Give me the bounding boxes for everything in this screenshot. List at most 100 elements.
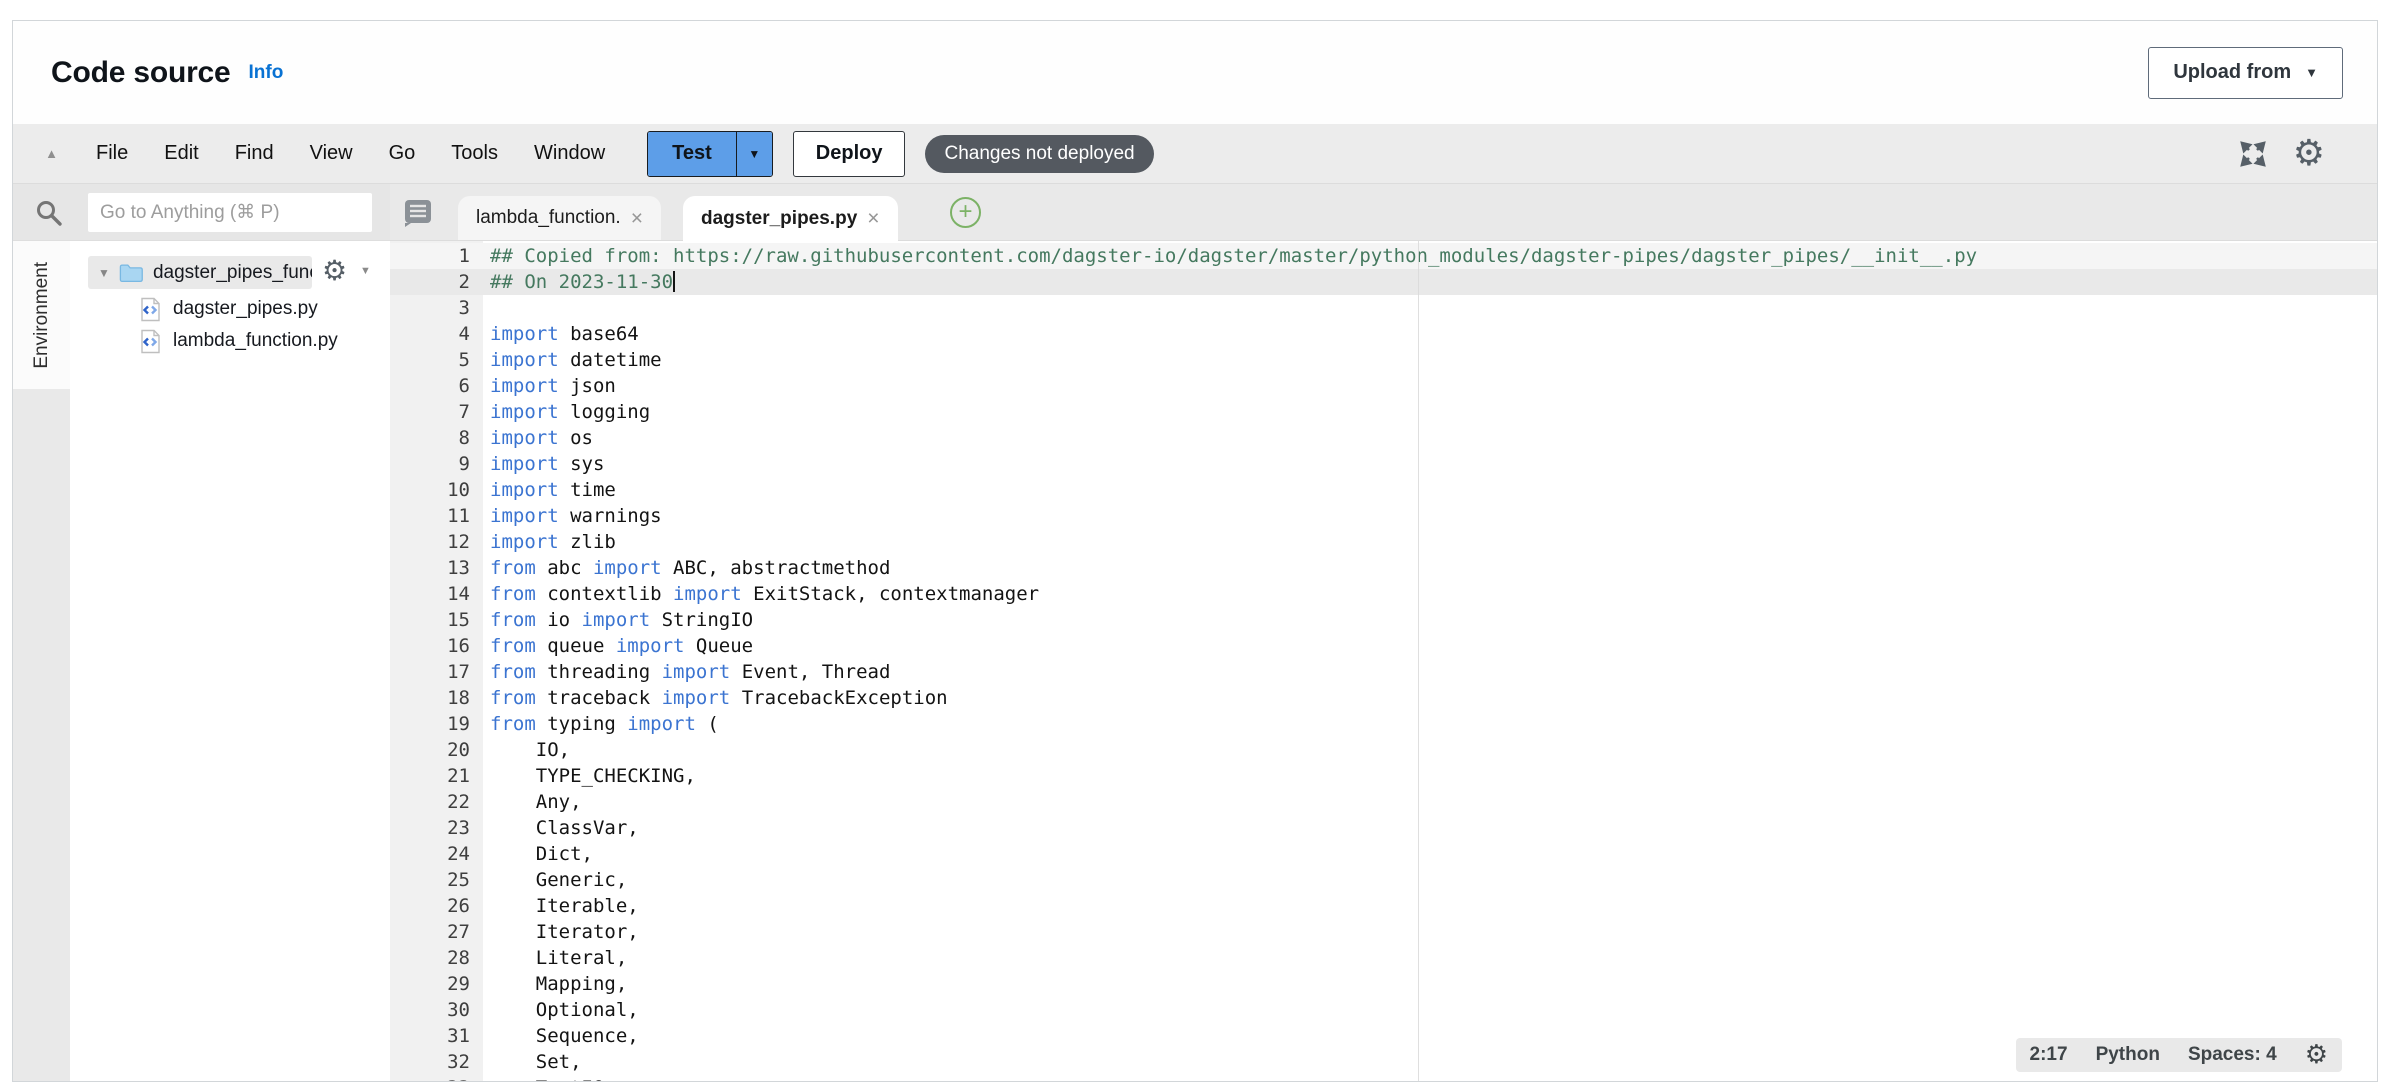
code-line-row[interactable]: 29 Mapping, xyxy=(390,971,2377,997)
code-line[interactable]: Iterable, xyxy=(483,893,639,919)
code-line[interactable]: import datetime xyxy=(483,347,662,373)
code-line[interactable]: import base64 xyxy=(483,321,639,347)
line-number[interactable]: 11 xyxy=(390,503,483,529)
upload-from-button[interactable]: Upload from ▼ xyxy=(2148,47,2343,99)
code-line-row[interactable]: 16from queue import Queue xyxy=(390,633,2377,659)
code-line-row[interactable]: 21 TYPE_CHECKING, xyxy=(390,763,2377,789)
line-number[interactable]: 10 xyxy=(390,477,483,503)
line-number[interactable]: 7 xyxy=(390,399,483,425)
statusbar-gear-icon[interactable]: ⚙ xyxy=(2305,1042,2328,1068)
code-line[interactable]: import json xyxy=(483,373,616,399)
test-button[interactable]: Test xyxy=(648,132,736,176)
disclosure-triangle-icon[interactable]: ▼ xyxy=(98,266,110,280)
line-number[interactable]: 20 xyxy=(390,737,483,763)
line-number[interactable]: 19 xyxy=(390,711,483,737)
code-line[interactable]: Iterator, xyxy=(483,919,639,945)
line-number[interactable]: 17 xyxy=(390,659,483,685)
tree-settings-caret-icon[interactable]: ▼ xyxy=(360,265,371,277)
line-number[interactable]: 5 xyxy=(390,347,483,373)
line-number[interactable]: 33 xyxy=(390,1075,483,1081)
code-line-row[interactable]: 12import zlib xyxy=(390,529,2377,555)
code-line-row[interactable]: 7import logging xyxy=(390,399,2377,425)
code-line-row[interactable]: 30 Optional, xyxy=(390,997,2377,1023)
info-link[interactable]: Info xyxy=(249,62,284,84)
close-tab-icon[interactable]: × xyxy=(631,208,643,229)
code-line[interactable]: from traceback import TracebackException xyxy=(483,685,948,711)
code-line[interactable]: from contextlib import ExitStack, contex… xyxy=(483,581,1039,607)
code-line[interactable]: from abc import ABC, abstractmethod xyxy=(483,555,890,581)
menu-item-find[interactable]: Find xyxy=(235,142,274,165)
code-line[interactable]: Generic, xyxy=(483,867,627,893)
code-line-row[interactable]: 13from abc import ABC, abstractmethod xyxy=(390,555,2377,581)
close-tab-icon[interactable]: × xyxy=(867,208,879,229)
line-number[interactable]: 29 xyxy=(390,971,483,997)
code-line-row[interactable]: 9import sys xyxy=(390,451,2377,477)
code-line[interactable]: ## Copied from: https://raw.githubuserco… xyxy=(483,243,1977,269)
menu-item-window[interactable]: Window xyxy=(534,142,605,165)
new-tab-button[interactable]: + xyxy=(950,197,981,228)
code-line[interactable]: Mapping, xyxy=(483,971,627,997)
code-line[interactable]: from queue import Queue xyxy=(483,633,753,659)
code-line-row[interactable]: 24 Dict, xyxy=(390,841,2377,867)
cursor-position[interactable]: 2:17 xyxy=(2030,1044,2068,1066)
line-number[interactable]: 30 xyxy=(390,997,483,1023)
code-line-row[interactable]: 2## On 2023-11-30 xyxy=(390,269,2377,295)
line-number[interactable]: 32 xyxy=(390,1049,483,1075)
line-number[interactable]: 6 xyxy=(390,373,483,399)
code-line[interactable]: IO, xyxy=(483,737,570,763)
environment-tab[interactable]: Environment xyxy=(13,241,70,389)
code-line-row[interactable]: 23 ClassVar, xyxy=(390,815,2377,841)
code-editor[interactable]: 1## Copied from: https://raw.githubuserc… xyxy=(390,241,2377,1081)
code-line[interactable]: import logging xyxy=(483,399,650,425)
code-line-row[interactable]: 26 Iterable, xyxy=(390,893,2377,919)
code-line[interactable]: ClassVar, xyxy=(483,815,639,841)
tab-list-icon[interactable] xyxy=(402,198,434,227)
code-line-row[interactable]: 28 Literal, xyxy=(390,945,2377,971)
tree-folder-row[interactable]: ▼ dagster_pipes_funct xyxy=(88,256,312,289)
line-number[interactable]: 3 xyxy=(390,295,483,321)
line-number[interactable]: 12 xyxy=(390,529,483,555)
code-line-row[interactable]: 1## Copied from: https://raw.githubuserc… xyxy=(390,243,2377,269)
code-line-row[interactable]: 6import json xyxy=(390,373,2377,399)
code-line-row[interactable]: 11import warnings xyxy=(390,503,2377,529)
code-line[interactable]: from typing import ( xyxy=(483,711,719,737)
menu-item-file[interactable]: File xyxy=(96,142,128,165)
line-number[interactable]: 14 xyxy=(390,581,483,607)
collapse-panel-icon[interactable]: ▲ xyxy=(33,146,70,161)
line-number[interactable]: 23 xyxy=(390,815,483,841)
line-number[interactable]: 4 xyxy=(390,321,483,347)
code-line[interactable]: Any, xyxy=(483,789,582,815)
line-number[interactable]: 13 xyxy=(390,555,483,581)
code-line-row[interactable]: 27 Iterator, xyxy=(390,919,2377,945)
line-number[interactable]: 16 xyxy=(390,633,483,659)
line-number[interactable]: 15 xyxy=(390,607,483,633)
tree-file-row[interactable]: lambda_function.py xyxy=(70,326,390,356)
code-line-row[interactable]: 25 Generic, xyxy=(390,867,2377,893)
code-line-row[interactable]: 8import os xyxy=(390,425,2377,451)
code-line[interactable]: Literal, xyxy=(483,945,627,971)
tree-file-row[interactable]: dagster_pipes.py xyxy=(70,294,390,324)
deploy-button[interactable]: Deploy xyxy=(793,131,906,177)
line-number[interactable]: 25 xyxy=(390,867,483,893)
code-line-row[interactable]: 3 xyxy=(390,295,2377,321)
code-line[interactable]: from threading import Event, Thread xyxy=(483,659,890,685)
menu-item-edit[interactable]: Edit xyxy=(164,142,198,165)
code-line-row[interactable]: 17from threading import Event, Thread xyxy=(390,659,2377,685)
code-line[interactable]: from io import StringIO xyxy=(483,607,753,633)
code-line-row[interactable]: 4import base64 xyxy=(390,321,2377,347)
code-line[interactable]: import warnings xyxy=(483,503,662,529)
code-line[interactable]: TYPE_CHECKING, xyxy=(483,763,696,789)
code-line[interactable]: import time xyxy=(483,477,616,503)
line-number[interactable]: 31 xyxy=(390,1023,483,1049)
code-line[interactable]: Set, xyxy=(483,1049,582,1075)
code-line[interactable]: Dict, xyxy=(483,841,593,867)
line-number[interactable]: 18 xyxy=(390,685,483,711)
line-number[interactable]: 28 xyxy=(390,945,483,971)
menu-item-view[interactable]: View xyxy=(310,142,353,165)
code-line[interactable]: import sys xyxy=(483,451,604,477)
code-line-row[interactable]: 20 IO, xyxy=(390,737,2377,763)
code-line[interactable]: TextIO xyxy=(483,1075,604,1081)
tab-dagster-pipes-py[interactable]: dagster_pipes.py× xyxy=(683,196,898,241)
line-number[interactable]: 9 xyxy=(390,451,483,477)
tree-settings-gear-icon[interactable]: ⚙ xyxy=(322,257,347,285)
